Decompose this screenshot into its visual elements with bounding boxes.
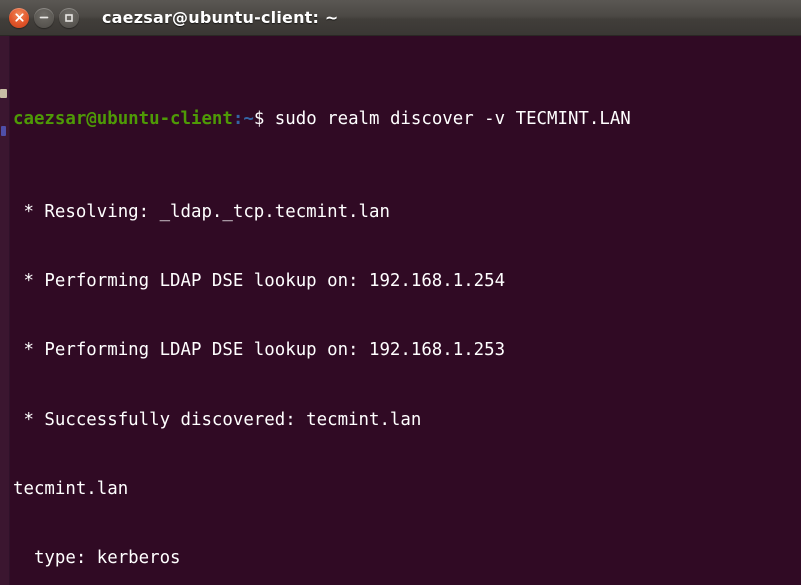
scrollbar-marker <box>1 126 6 136</box>
window-title: caezsar@ubuntu-client: ~ <box>102 8 339 27</box>
scrollbar-thumb[interactable] <box>0 89 7 98</box>
output-line: type: kerberos <box>13 548 181 569</box>
command-text: sudo realm discover -v TECMINT.LAN <box>264 109 631 130</box>
terminal-scrollbar[interactable] <box>0 36 10 585</box>
maximize-icon[interactable] <box>59 7 79 28</box>
output-line: * Performing LDAP DSE lookup on: 192.168… <box>13 340 506 361</box>
command-line: caezsar@ubuntu-client:~$ sudo realm disc… <box>13 108 801 131</box>
prompt-user-host: caezsar@ubuntu-client <box>13 109 233 130</box>
output-line: * Successfully discovered: tecmint.lan <box>13 409 422 430</box>
prompt-symbol: $ <box>253 109 265 130</box>
window-controls <box>9 7 79 28</box>
terminal-output[interactable]: caezsar@ubuntu-client:~$ sudo realm disc… <box>10 36 801 585</box>
prompt-path: :~ <box>232 109 254 130</box>
window-titlebar[interactable]: caezsar@ubuntu-client: ~ <box>0 0 801 36</box>
minimize-icon[interactable] <box>34 7 54 28</box>
output-line: * Resolving: _ldap._tcp.tecmint.lan <box>13 201 390 222</box>
close-icon[interactable] <box>9 7 29 28</box>
terminal-window: caezsar@ubuntu-client: ~ caezsar@ubuntu-… <box>0 0 801 585</box>
terminal-screen-area: caezsar@ubuntu-client:~$ sudo realm disc… <box>0 36 801 585</box>
output-line: tecmint.lan <box>13 478 129 499</box>
output-line: * Performing LDAP DSE lookup on: 192.168… <box>13 270 506 291</box>
